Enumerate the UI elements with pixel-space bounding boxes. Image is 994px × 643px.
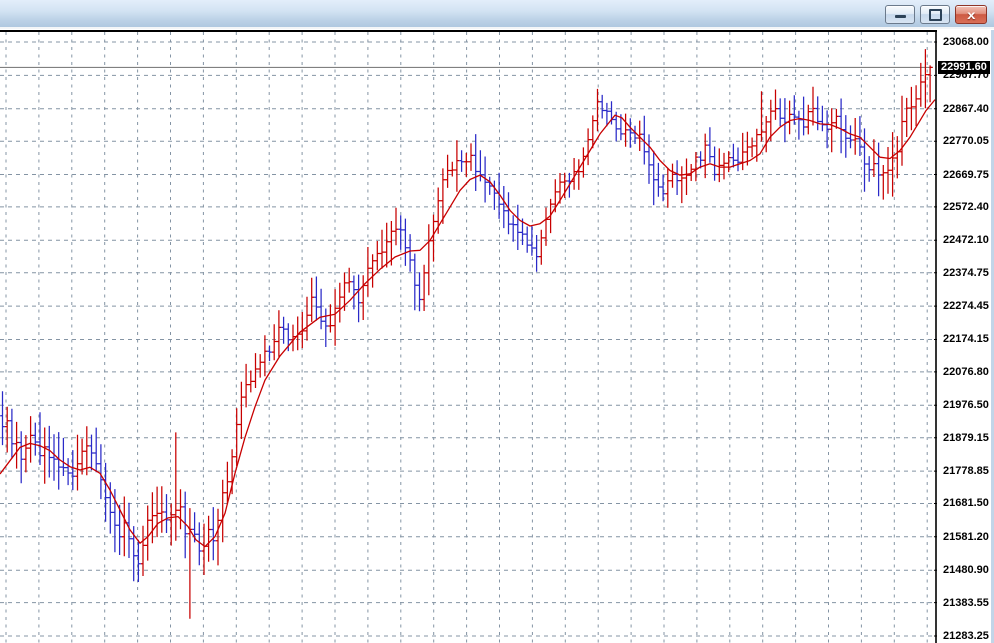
axis-price-label: 21480.90 [943, 564, 989, 576]
window-controls: x [885, 5, 987, 24]
axis-price-label: 22770.05 [943, 135, 989, 147]
axis-price-label: 23068.00 [943, 36, 989, 48]
restore-button[interactable] [920, 5, 950, 24]
close-icon: x [967, 9, 975, 21]
axis-price-label: 22967.70 [943, 69, 989, 81]
ohlc-bars-up [5, 49, 933, 619]
close-button[interactable]: x [955, 5, 987, 24]
axis-price-label: 21383.55 [943, 597, 989, 609]
axis-price-label: 22867.40 [943, 103, 989, 115]
axis-price-label: 21681.50 [943, 497, 989, 509]
axis-price-label: 21976.50 [943, 399, 989, 411]
ohlc-bars-down [0, 95, 881, 582]
axis-price-label: 22174.15 [943, 333, 989, 345]
price-scale[interactable]: 22991.60 23068.0022967.7022867.4022770.0… [937, 30, 994, 643]
axis-price-label: 21778.85 [943, 465, 989, 477]
axis-price-label: 22076.80 [943, 366, 989, 378]
restore-icon [929, 9, 942, 21]
axis-price-label: 21581.20 [943, 531, 989, 543]
price-chart-canvas[interactable] [0, 30, 994, 643]
minimize-icon [895, 15, 906, 18]
moving-average-line [0, 100, 935, 547]
axis-price-label: 22472.10 [943, 234, 989, 246]
axis-price-label: 22669.75 [943, 169, 989, 181]
minimize-button[interactable] [885, 5, 915, 24]
axis-price-label: 22374.75 [943, 267, 989, 279]
axis-price-label: 22572.40 [943, 201, 989, 213]
axis-price-label: 21283.25 [943, 630, 989, 642]
axis-price-label: 22274.45 [943, 300, 989, 312]
title-bar [0, 0, 994, 28]
axis-price-label: 21879.15 [943, 432, 989, 444]
